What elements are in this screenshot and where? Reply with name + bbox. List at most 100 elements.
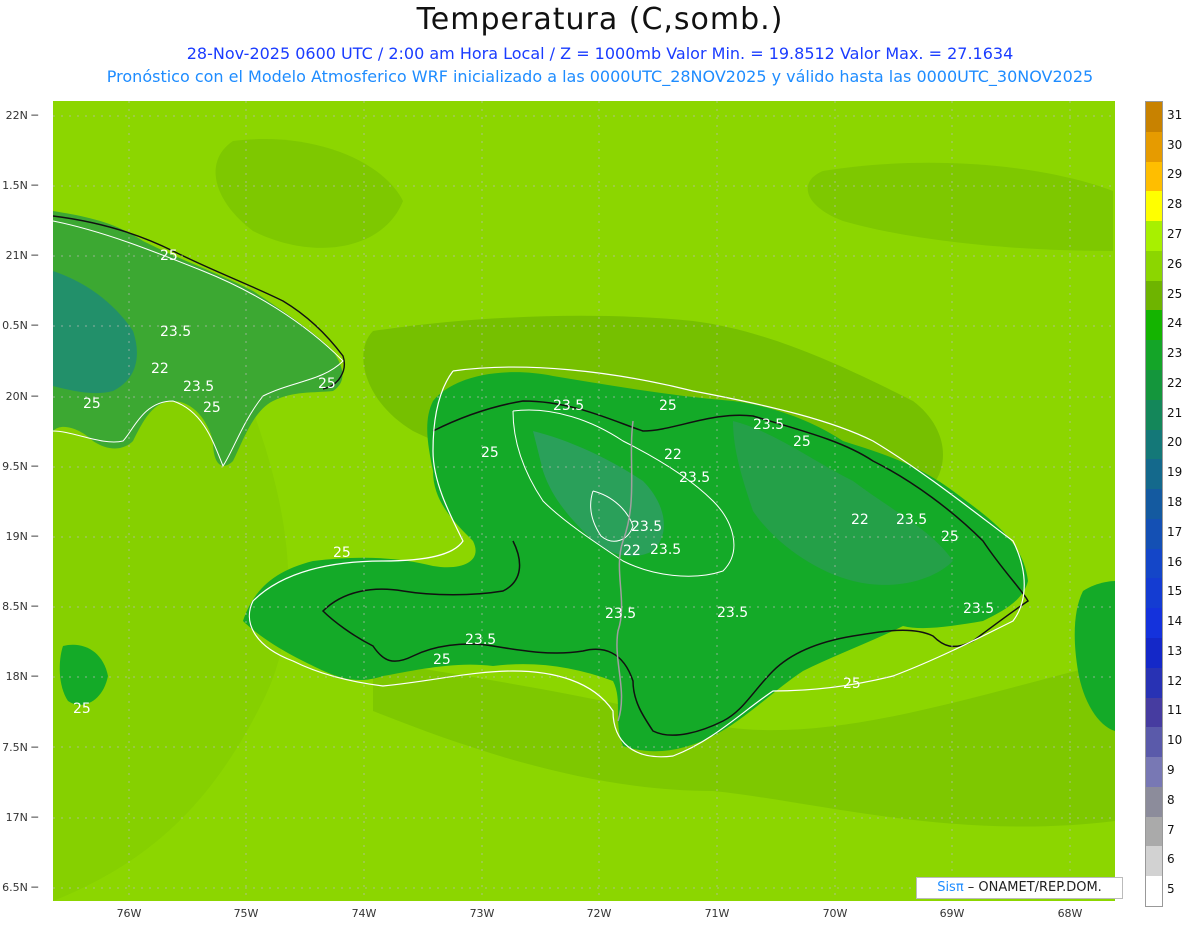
contour-label: 22 xyxy=(151,361,169,377)
colorbar-label: 14 xyxy=(1167,614,1183,629)
colorbar-label: 18 xyxy=(1167,495,1183,509)
colorbar xyxy=(1145,101,1163,907)
latitude-label: 7.5N ─ xyxy=(2,741,38,754)
colorbar-label: 13 xyxy=(1167,643,1183,658)
credit-sis-logo: Sisπ xyxy=(937,880,964,895)
map-subtitle-valid-time: 28-Nov-2025 0600 UTC / 2:00 am Hora Loca… xyxy=(186,44,1014,63)
colorbar-label: 28 xyxy=(1167,197,1183,212)
longitude-label: 74W xyxy=(351,907,377,920)
contour-label: 23.5 xyxy=(896,512,927,528)
colorbar-swatch xyxy=(1146,727,1162,758)
colorbar-swatch xyxy=(1146,757,1162,788)
contour-label: 25 xyxy=(73,701,91,717)
temperature-map: 25 23.5 22 23.5 25 25 25 23.5 25 25 22 23.5 25 23.5 22… xyxy=(53,101,1115,901)
contour-label: 25 xyxy=(318,376,336,392)
latitude-label: 17N ─ xyxy=(5,811,38,824)
contour-label: 25 xyxy=(203,400,221,416)
colorbar-label: 20 xyxy=(1167,435,1183,450)
contour-label: 25 xyxy=(333,545,351,561)
contour-label: 25 xyxy=(83,396,101,412)
colorbar-swatch xyxy=(1146,161,1162,192)
colorbar-swatch xyxy=(1146,548,1162,579)
latitude-label: 8.5N ─ xyxy=(2,600,38,613)
colorbar-swatch xyxy=(1146,340,1162,371)
colorbar-swatch xyxy=(1146,429,1162,460)
latitude-label: 9.5N ─ xyxy=(2,460,38,473)
colorbar-label: 22 xyxy=(1167,375,1183,390)
colorbar-label: 15 xyxy=(1167,584,1183,599)
credit-box: Sisπ – ONAMET/REP.DOM. xyxy=(916,877,1123,899)
colorbar-label: 10 xyxy=(1167,733,1183,748)
colorbar-swatch xyxy=(1146,667,1162,699)
colorbar-swatch xyxy=(1146,250,1162,282)
latitude-label: 20N ─ xyxy=(5,390,38,403)
latitude-label: 19N ─ xyxy=(5,530,38,543)
colorbar-swatch xyxy=(1146,518,1162,550)
credit-text: – ONAMET/REP.DOM. xyxy=(963,880,1102,895)
map-panel: 25 23.5 22 23.5 25 25 25 23.5 25 25 22 23.5 25 23.5 22… xyxy=(53,101,1115,901)
longitude-label: 69W xyxy=(939,907,965,920)
colorbar-label: 23 xyxy=(1167,346,1183,361)
latitude-label: 22N ─ xyxy=(5,109,38,122)
latitude-label: 0.5N ─ xyxy=(2,319,38,332)
colorbar-label: 16 xyxy=(1167,554,1183,569)
colorbar-label: 5 xyxy=(1167,882,1175,897)
colorbar-label: 19 xyxy=(1167,465,1183,480)
contour-label: 23.5 xyxy=(650,542,681,558)
colorbar-swatch xyxy=(1146,221,1162,252)
colorbar-swatch xyxy=(1146,846,1162,877)
contour-label: 23.5 xyxy=(553,398,584,414)
colorbar-label: 6 xyxy=(1167,852,1175,867)
colorbar-label: 29 xyxy=(1167,167,1183,182)
colorbar-swatch xyxy=(1146,489,1162,520)
contour-label: 25 xyxy=(160,248,178,264)
colorbar-label: 8 xyxy=(1167,792,1175,807)
colorbar-label: 17 xyxy=(1167,524,1183,539)
colorbar-swatch xyxy=(1146,638,1162,669)
latitude-label: 6.5N ─ xyxy=(2,881,38,894)
colorbar-swatch xyxy=(1146,310,1162,341)
latitude-label: 1.5N ─ xyxy=(2,179,38,192)
colorbar-swatch xyxy=(1146,786,1162,818)
colorbar-label: 30 xyxy=(1167,137,1183,152)
contour-label: 25 xyxy=(481,445,499,461)
colorbar-label: 9 xyxy=(1167,763,1175,777)
colorbar-swatch xyxy=(1146,608,1162,639)
map-title: Temperatura (C,somb.) xyxy=(416,2,784,37)
colorbar-swatch xyxy=(1146,459,1162,490)
colorbar-label: 31 xyxy=(1167,107,1183,122)
longitude-label: 76W xyxy=(116,907,142,920)
contour-label: 23.5 xyxy=(160,324,191,340)
colorbar-label: 21 xyxy=(1167,405,1183,420)
longitude-label: 70W xyxy=(822,907,848,920)
contour-label: 25 xyxy=(659,398,677,414)
contour-label: 23.5 xyxy=(679,470,710,486)
contour-label: 23.5 xyxy=(465,632,496,648)
longitude-label: 73W xyxy=(469,907,495,920)
colorbar-label: 27 xyxy=(1167,227,1183,241)
contour-label: 23.5 xyxy=(183,379,214,395)
contour-label: 25 xyxy=(433,652,451,668)
colorbar-swatch xyxy=(1146,697,1162,728)
contour-label: 25 xyxy=(843,676,861,692)
colorbar-swatch xyxy=(1146,370,1162,401)
colorbar-swatch xyxy=(1146,578,1162,609)
longitude-label: 68W xyxy=(1057,907,1083,920)
contour-label: 23.5 xyxy=(963,601,994,617)
colorbar-label: 7 xyxy=(1167,822,1175,837)
colorbar-swatch xyxy=(1146,816,1162,847)
map-subtitle-model-info: Pronóstico con el Modelo Atmosferico WRF… xyxy=(106,67,1094,86)
colorbar-swatch xyxy=(1146,102,1162,133)
contour-label: 23.5 xyxy=(605,606,636,622)
colorbar-label: 26 xyxy=(1167,256,1183,271)
contour-label: 22 xyxy=(851,512,869,528)
longitude-label: 75W xyxy=(233,907,259,920)
contour-label: 23.5 xyxy=(753,417,784,433)
colorbar-label: 25 xyxy=(1167,286,1183,301)
colorbar-swatch xyxy=(1146,191,1162,222)
contour-label: 23.5 xyxy=(631,519,662,535)
longitude-label: 71W xyxy=(704,907,730,920)
colorbar-swatch xyxy=(1146,399,1162,431)
latitude-label: 18N ─ xyxy=(5,670,38,683)
colorbar-swatch xyxy=(1146,280,1162,311)
